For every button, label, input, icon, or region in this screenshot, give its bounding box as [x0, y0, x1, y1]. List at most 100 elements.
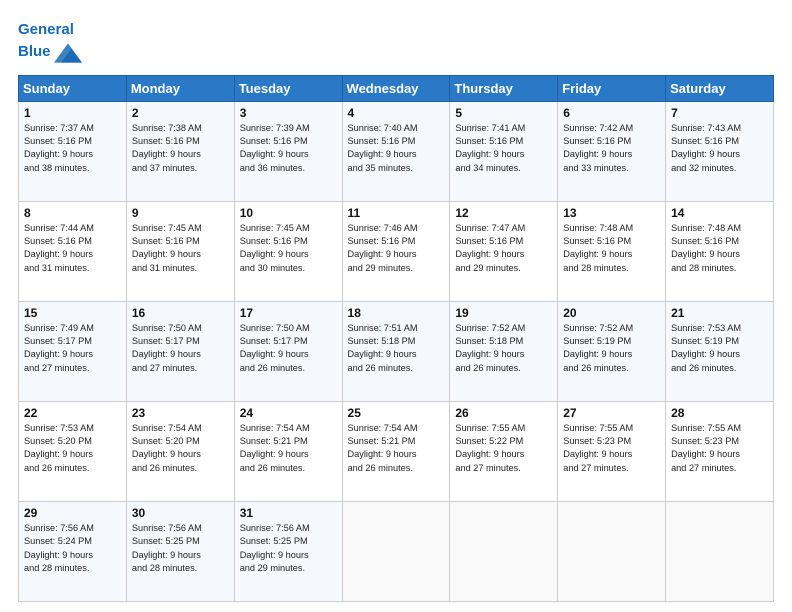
- cell-info: Sunrise: 7:37 AMSunset: 5:16 PMDaylight:…: [24, 122, 121, 175]
- calendar-cell: 5 Sunrise: 7:41 AMSunset: 5:16 PMDaylight…: [450, 101, 558, 201]
- calendar-week-4: 22 Sunrise: 7:53 AMSunset: 5:20 PMDayligh…: [19, 401, 774, 501]
- calendar-cell: 15 Sunrise: 7:49 AMSunset: 5:17 PMDayligh…: [19, 301, 127, 401]
- day-number: 30: [132, 506, 229, 520]
- calendar-week-3: 15 Sunrise: 7:49 AMSunset: 5:17 PMDayligh…: [19, 301, 774, 401]
- day-number: 1: [24, 106, 121, 120]
- cell-info: Sunrise: 7:45 AMSunset: 5:16 PMDaylight:…: [132, 222, 229, 275]
- calendar-cell: 22 Sunrise: 7:53 AMSunset: 5:20 PMDayligh…: [19, 401, 127, 501]
- logo-blue: Blue: [18, 44, 51, 61]
- cell-info: Sunrise: 7:54 AMSunset: 5:21 PMDaylight:…: [240, 422, 337, 475]
- calendar-cell: 2Sunrise: 7:38 AMSunset: 5:16 PMDaylight…: [126, 101, 234, 201]
- calendar-week-1: 1 Sunrise: 7:37 AMSunset: 5:16 PMDaylight…: [19, 101, 774, 201]
- cell-info: Sunrise: 7:54 AMSunset: 5:20 PMDaylight:…: [132, 422, 229, 475]
- calendar-cell: 16Sunrise: 7:50 AMSunset: 5:17 PMDayligh…: [126, 301, 234, 401]
- calendar-cell: [666, 501, 774, 601]
- calendar-cell: 1 Sunrise: 7:37 AMSunset: 5:16 PMDaylight…: [19, 101, 127, 201]
- day-number: 27: [563, 406, 660, 420]
- cell-info: Sunrise: 7:48 AMSunset: 5:16 PMDaylight:…: [563, 222, 660, 275]
- cell-info: Sunrise: 7:47 AMSunset: 5:16 PMDaylight:…: [455, 222, 552, 275]
- cell-info: Sunrise: 7:56 AMSunset: 5:24 PMDaylight:…: [24, 522, 121, 575]
- weekday-header-wednesday: Wednesday: [342, 75, 450, 101]
- cell-info: Sunrise: 7:55 AMSunset: 5:23 PMDaylight:…: [563, 422, 660, 475]
- cell-info: Sunrise: 7:55 AMSunset: 5:23 PMDaylight:…: [671, 422, 768, 475]
- calendar-cell: [558, 501, 666, 601]
- day-number: 14: [671, 206, 768, 220]
- logo: General Blue: [18, 22, 82, 67]
- day-number: 24: [240, 406, 337, 420]
- cell-info: Sunrise: 7:52 AMSunset: 5:19 PMDaylight:…: [563, 322, 660, 375]
- calendar-cell: 11 Sunrise: 7:46 AMSunset: 5:16 PMDayligh…: [342, 201, 450, 301]
- calendar-cell: 4Sunrise: 7:40 AMSunset: 5:16 PMDaylight…: [342, 101, 450, 201]
- cell-info: Sunrise: 7:43 AMSunset: 5:16 PMDaylight:…: [671, 122, 768, 175]
- cell-info: Sunrise: 7:49 AMSunset: 5:17 PMDaylight:…: [24, 322, 121, 375]
- logo-general: General: [18, 21, 74, 38]
- day-number: 7: [671, 106, 768, 120]
- calendar-cell: 21 Sunrise: 7:53 AMSunset: 5:19 PMDayligh…: [666, 301, 774, 401]
- cell-info: Sunrise: 7:54 AMSunset: 5:21 PMDaylight:…: [348, 422, 445, 475]
- cell-info: Sunrise: 7:46 AMSunset: 5:16 PMDaylight:…: [348, 222, 445, 275]
- day-number: 8: [24, 206, 121, 220]
- calendar-week-5: 29 Sunrise: 7:56 AMSunset: 5:24 PMDayligh…: [19, 501, 774, 601]
- calendar-cell: 20 Sunrise: 7:52 AMSunset: 5:19 PMDayligh…: [558, 301, 666, 401]
- calendar-cell: 30 Sunrise: 7:56 AMSunset: 5:25 PMDayligh…: [126, 501, 234, 601]
- cell-info: Sunrise: 7:55 AMSunset: 5:22 PMDaylight:…: [455, 422, 552, 475]
- day-number: 20: [563, 306, 660, 320]
- calendar-cell: 28Sunrise: 7:55 AMSunset: 5:23 PMDayligh…: [666, 401, 774, 501]
- cell-info: Sunrise: 7:42 AMSunset: 5:16 PMDaylight:…: [563, 122, 660, 175]
- cell-info: Sunrise: 7:41 AMSunset: 5:16 PMDaylight:…: [455, 122, 552, 175]
- day-number: 12: [455, 206, 552, 220]
- weekday-header-saturday: Saturday: [666, 75, 774, 101]
- calendar-cell: 29 Sunrise: 7:56 AMSunset: 5:24 PMDayligh…: [19, 501, 127, 601]
- calendar-cell: 14 Sunrise: 7:48 AMSunset: 5:16 PMDayligh…: [666, 201, 774, 301]
- cell-info: Sunrise: 7:44 AMSunset: 5:16 PMDaylight:…: [24, 222, 121, 275]
- weekday-header-row: SundayMondayTuesdayWednesdayThursdayFrid…: [19, 75, 774, 101]
- calendar-cell: 27 Sunrise: 7:55 AMSunset: 5:23 PMDayligh…: [558, 401, 666, 501]
- day-number: 21: [671, 306, 768, 320]
- calendar-cell: 13 Sunrise: 7:48 AMSunset: 5:16 PMDayligh…: [558, 201, 666, 301]
- day-number: 25: [348, 406, 445, 420]
- day-number: 18: [348, 306, 445, 320]
- calendar-table: SundayMondayTuesdayWednesdayThursdayFrid…: [18, 75, 774, 603]
- calendar-cell: 26 Sunrise: 7:55 AMSunset: 5:22 PMDayligh…: [450, 401, 558, 501]
- calendar-cell: 10Sunrise: 7:45 AMSunset: 5:16 PMDayligh…: [234, 201, 342, 301]
- cell-info: Sunrise: 7:45 AMSunset: 5:16 PMDaylight:…: [240, 222, 337, 275]
- day-number: 31: [240, 506, 337, 520]
- cell-info: Sunrise: 7:48 AMSunset: 5:16 PMDaylight:…: [671, 222, 768, 275]
- day-number: 19: [455, 306, 552, 320]
- cell-info: Sunrise: 7:53 AMSunset: 5:19 PMDaylight:…: [671, 322, 768, 375]
- day-number: 5: [455, 106, 552, 120]
- weekday-header-monday: Monday: [126, 75, 234, 101]
- calendar-cell: 8 Sunrise: 7:44 AMSunset: 5:16 PMDaylight…: [19, 201, 127, 301]
- calendar-cell: [450, 501, 558, 601]
- day-number: 11: [348, 206, 445, 220]
- day-number: 26: [455, 406, 552, 420]
- calendar-cell: 9Sunrise: 7:45 AMSunset: 5:16 PMDaylight…: [126, 201, 234, 301]
- calendar-body: 1 Sunrise: 7:37 AMSunset: 5:16 PMDaylight…: [19, 101, 774, 602]
- day-number: 17: [240, 306, 337, 320]
- cell-info: Sunrise: 7:56 AMSunset: 5:25 PMDaylight:…: [132, 522, 229, 575]
- calendar-cell: 31 Sunrise: 7:56 AMSunset: 5:25 PMDayligh…: [234, 501, 342, 601]
- day-number: 29: [24, 506, 121, 520]
- day-number: 15: [24, 306, 121, 320]
- calendar-cell: 12 Sunrise: 7:47 AMSunset: 5:16 PMDayligh…: [450, 201, 558, 301]
- calendar-cell: 18 Sunrise: 7:51 AMSunset: 5:18 PMDayligh…: [342, 301, 450, 401]
- cell-info: Sunrise: 7:51 AMSunset: 5:18 PMDaylight:…: [348, 322, 445, 375]
- cell-info: Sunrise: 7:56 AMSunset: 5:25 PMDaylight:…: [240, 522, 337, 575]
- calendar-cell: 19Sunrise: 7:52 AMSunset: 5:18 PMDayligh…: [450, 301, 558, 401]
- day-number: 22: [24, 406, 121, 420]
- day-number: 13: [563, 206, 660, 220]
- logo-icon: [54, 39, 82, 67]
- cell-info: Sunrise: 7:40 AMSunset: 5:16 PMDaylight:…: [348, 122, 445, 175]
- calendar-cell: 23Sunrise: 7:54 AMSunset: 5:20 PMDayligh…: [126, 401, 234, 501]
- weekday-header-tuesday: Tuesday: [234, 75, 342, 101]
- cell-info: Sunrise: 7:39 AMSunset: 5:16 PMDaylight:…: [240, 122, 337, 175]
- cell-info: Sunrise: 7:53 AMSunset: 5:20 PMDaylight:…: [24, 422, 121, 475]
- weekday-header-sunday: Sunday: [19, 75, 127, 101]
- calendar-cell: 3 Sunrise: 7:39 AMSunset: 5:16 PMDaylight…: [234, 101, 342, 201]
- calendar-cell: 17Sunrise: 7:50 AMSunset: 5:17 PMDayligh…: [234, 301, 342, 401]
- calendar-week-2: 8 Sunrise: 7:44 AMSunset: 5:16 PMDaylight…: [19, 201, 774, 301]
- calendar-cell: [342, 501, 450, 601]
- page: General Blue SundayMondayTuesdayWednesda…: [0, 0, 792, 612]
- day-number: 3: [240, 106, 337, 120]
- header: General Blue: [18, 18, 774, 67]
